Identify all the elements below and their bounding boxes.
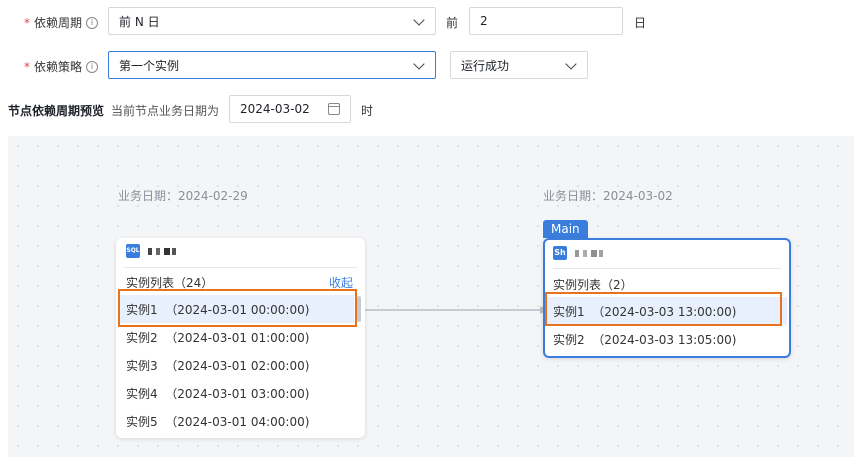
shell-icon: Sh [553,246,567,260]
right-list-header: 实例列表（2） [553,278,633,292]
left-biz-date: 业务日期：2024-02-29 [118,189,248,203]
right-node-header: Sh [553,246,603,260]
main-tag: Main [543,220,588,238]
left-node-header: SQL [126,244,176,258]
instance-row[interactable]: 实例5 （2024-03-01 04:00:00) [120,407,354,435]
divider [553,268,781,269]
node-name-redacted [148,247,176,255]
left-node-card[interactable]: SQL 实例列表（24） 收起 实例1 （2024-03-01 00:00:00… [116,238,365,438]
highlight-box [118,289,357,327]
right-biz-date: 业务日期：2024-03-02 [543,189,673,203]
instance-row[interactable]: 实例2 （2024-03-01 01:00:00) [120,323,354,351]
instance-row[interactable]: 实例4 （2024-03-01 03:00:00) [120,379,354,407]
divider [124,267,357,268]
sql-icon: SQL [126,244,140,258]
instance-row[interactable]: 实例3 （2024-03-01 02:00:00) [120,351,354,379]
instance-row[interactable]: 实例2 （2024-03-03 13:05:00) [547,325,787,353]
highlight-box [545,292,782,326]
node-name-redacted [575,249,603,257]
list-scrollbar[interactable] [357,296,361,322]
